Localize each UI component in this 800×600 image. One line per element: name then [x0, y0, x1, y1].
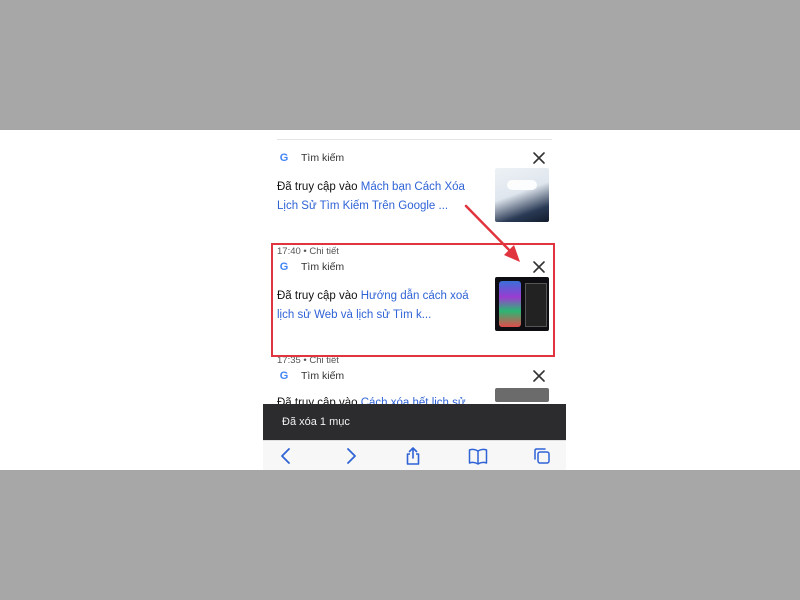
- history-item[interactable]: G Tìm kiếm Đã truy cập vào Cách xóa hết …: [263, 368, 566, 409]
- divider: [277, 139, 552, 140]
- history-item[interactable]: G Tìm kiếm Đã truy cập vào Mách bạn Cách…: [263, 150, 566, 257]
- visited-prefix: Đã truy cập vào: [277, 181, 361, 193]
- history-item-title[interactable]: Đã truy cập vào Mách bạn Cách Xóa Lịch S…: [277, 178, 489, 216]
- highlight-box: [271, 243, 555, 357]
- back-icon[interactable]: [277, 447, 297, 465]
- screenshot-area: G Tìm kiếm Đã truy cập vào Mách bạn Cách…: [0, 130, 800, 470]
- bookmarks-icon[interactable]: [468, 447, 488, 465]
- source-row: G Tìm kiếm: [277, 150, 344, 166]
- history-link-line2[interactable]: Lịch Sử Tìm Kiếm Trên Google ...: [277, 200, 448, 212]
- page-thumbnail: [495, 168, 549, 222]
- share-icon[interactable]: [403, 447, 423, 465]
- close-icon[interactable]: [532, 369, 546, 383]
- source-label: Tìm kiếm: [301, 152, 345, 164]
- toast-notification: Đã xóa 1 mục: [263, 404, 566, 440]
- source-label: Tìm kiếm: [301, 370, 345, 382]
- google-icon: G: [279, 152, 289, 164]
- page-thumbnail: [495, 388, 549, 402]
- forward-icon[interactable]: [340, 447, 360, 465]
- bottom-toolbar: [263, 440, 566, 470]
- tabs-icon[interactable]: [532, 447, 552, 465]
- toast-message: Đã xóa 1 mục: [282, 416, 350, 428]
- google-icon: G: [279, 370, 289, 382]
- history-link-line1[interactable]: Mách bạn Cách Xóa: [361, 181, 465, 193]
- source-row: G Tìm kiếm: [277, 368, 344, 384]
- close-icon[interactable]: [532, 151, 546, 165]
